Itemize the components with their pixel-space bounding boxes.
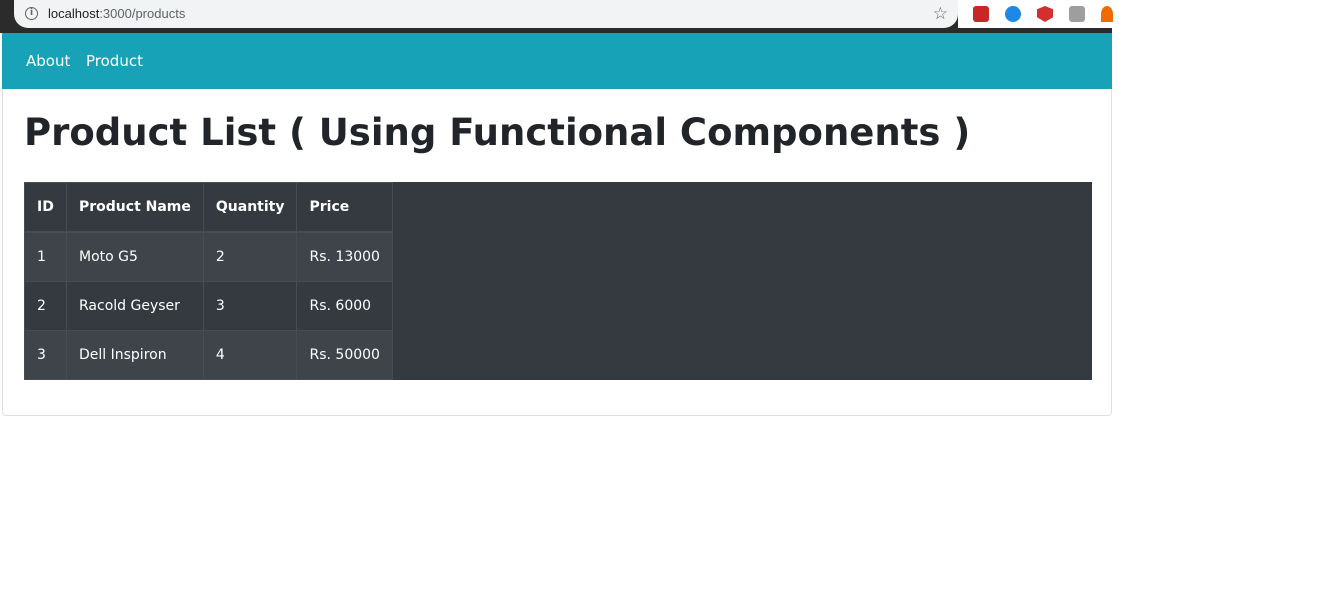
extension-icon[interactable] xyxy=(1037,6,1053,22)
cell-id: 3 xyxy=(24,330,67,380)
table-header-row: ID Product Name Quantity Price xyxy=(24,182,393,233)
cell-product-name: Moto G5 xyxy=(66,231,204,282)
product-table-container: ID Product Name Quantity Price 1 Moto G5… xyxy=(24,182,1092,380)
column-header-quantity: Quantity xyxy=(202,182,298,233)
extension-icon[interactable] xyxy=(1005,6,1021,22)
column-header-price: Price xyxy=(296,182,393,233)
cell-price: Rs. 13000 xyxy=(296,231,393,282)
table-row: 2 Racold Geyser 3 Rs. 6000 xyxy=(24,281,393,331)
cell-quantity: 3 xyxy=(202,281,298,331)
column-header-id: ID xyxy=(24,182,67,233)
nav-link-about[interactable]: About xyxy=(26,52,70,70)
browser-toolbar: i localhost:3000/products ☆ xyxy=(0,0,1112,33)
navbar: About Product xyxy=(2,33,1112,89)
url-host: localhost xyxy=(48,6,100,21)
page-title: Product List ( Using Functional Componen… xyxy=(24,111,971,154)
cell-price: Rs. 50000 xyxy=(296,330,393,380)
product-table: ID Product Name Quantity Price 1 Moto G5… xyxy=(24,182,393,380)
cell-id: 2 xyxy=(24,281,67,331)
extension-icon[interactable] xyxy=(1101,6,1113,22)
cell-price: Rs. 6000 xyxy=(296,281,393,331)
url-path: :3000/products xyxy=(99,6,186,21)
cell-id: 1 xyxy=(24,231,67,282)
info-icon[interactable]: i xyxy=(25,7,38,20)
url-text[interactable]: localhost:3000/products xyxy=(48,6,185,21)
extension-icon[interactable] xyxy=(973,6,989,22)
extension-icon[interactable] xyxy=(1069,6,1085,22)
table-row: 1 Moto G5 2 Rs. 13000 xyxy=(24,231,393,282)
extensions-area xyxy=(958,0,1339,28)
cell-quantity: 4 xyxy=(202,330,298,380)
bookmark-star-icon[interactable]: ☆ xyxy=(933,4,948,24)
table-row: 3 Dell Inspiron 4 Rs. 50000 xyxy=(24,330,393,380)
nav-link-product[interactable]: Product xyxy=(86,52,143,70)
column-header-product-name: Product Name xyxy=(66,182,204,233)
address-bar[interactable]: i localhost:3000/products ☆ xyxy=(14,0,958,28)
page-card: About Product Product List ( Using Funct… xyxy=(2,33,1112,416)
cell-quantity: 2 xyxy=(202,231,298,282)
cell-product-name: Racold Geyser xyxy=(66,281,204,331)
cell-product-name: Dell Inspiron xyxy=(66,330,204,380)
